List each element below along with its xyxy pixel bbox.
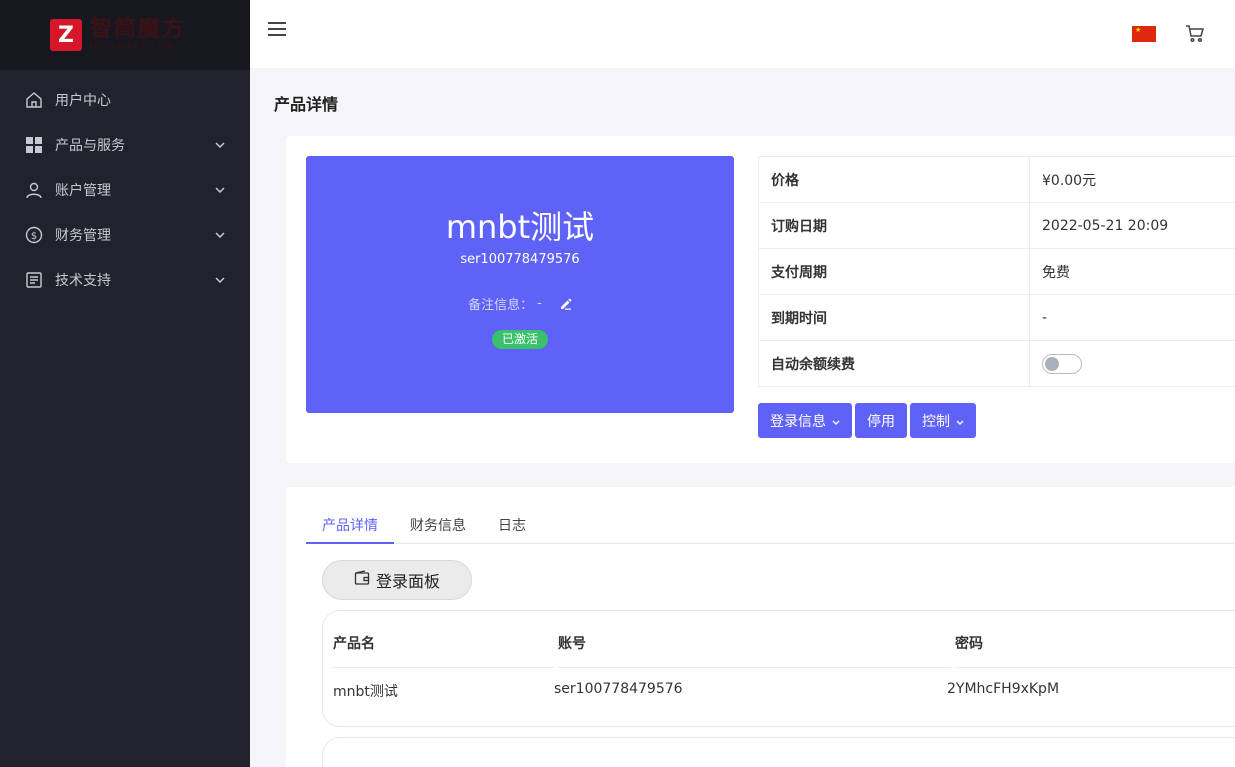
logo-mark: Z: [50, 19, 82, 51]
table-row: mnbt测试 ser100778479576 2YMhcFH9xKpM: [333, 681, 1235, 701]
column-header-account: 账号: [558, 633, 951, 668]
cell-password[interactable]: 2YMhcFH9xKpM: [947, 681, 1235, 701]
auto-renew-toggle[interactable]: [1042, 353, 1082, 374]
login-info-button[interactable]: 登录信息: [758, 403, 852, 438]
sidebar-item-support[interactable]: 技术支持: [0, 257, 250, 302]
edit-icon[interactable]: [560, 298, 572, 310]
cell-product-name: mnbt测试: [333, 684, 398, 700]
sidebar-item-label: 财务管理: [55, 227, 111, 244]
additional-info-box: [322, 737, 1235, 767]
login-panel-button[interactable]: 登录面板: [322, 560, 472, 600]
table-row: 到期时间 -: [758, 294, 1235, 341]
table-row: 自动余额续费: [758, 340, 1235, 387]
remark: 备注信息： -: [306, 294, 734, 313]
dollar-icon: $: [24, 225, 44, 245]
user-icon: [24, 180, 44, 200]
grid-icon: [24, 135, 44, 155]
sidebar-nav: 用户中心 产品与服务 账户管理 $ 财务管理 技术支持: [0, 70, 250, 302]
china-flag-icon[interactable]: ★: [1132, 26, 1156, 42]
topbar: ★: [250, 0, 1235, 68]
control-button[interactable]: 控制: [910, 403, 976, 438]
page-title: 产品详情: [274, 95, 339, 114]
product-hero: mnbt测试 ser100778479576 备注信息： - 已激活: [306, 156, 734, 413]
table-row: 支付周期 免费: [758, 248, 1235, 295]
login-info-label: 登录信息: [770, 413, 826, 430]
table-row: 价格 ¥0.00元: [758, 156, 1235, 203]
info-value: 免费: [1029, 248, 1235, 295]
info-key: 价格: [758, 156, 1030, 203]
toggle-knob: [1045, 356, 1059, 371]
sidebar-item-label: 产品与服务: [55, 137, 125, 154]
product-overview-card: mnbt测试 ser100778479576 备注信息： - 已激活 价格 ¥0…: [286, 136, 1235, 463]
info-key: 支付周期: [758, 248, 1030, 295]
product-name: mnbt测试: [445, 208, 595, 246]
sidebar-item-products[interactable]: 产品与服务: [0, 122, 250, 167]
cart-icon[interactable]: [1185, 23, 1205, 43]
info-key: 订购日期: [758, 202, 1030, 249]
table-row: 订购日期 2022-05-21 20:09: [758, 202, 1235, 249]
login-panel-label: 登录面板: [375, 572, 440, 591]
logo-text-cn: 智简魔方: [90, 17, 187, 42]
menu-toggle-icon[interactable]: [268, 22, 286, 38]
logo[interactable]: Z 智简魔方 IDCSMART.COM: [0, 0, 250, 70]
info-value: -: [1029, 294, 1235, 341]
control-label: 控制: [922, 413, 950, 430]
logo-text-en: IDCSMART.COM: [90, 42, 176, 51]
disable-label: 停用: [867, 413, 895, 430]
chevron-down-icon: [214, 184, 226, 196]
home-icon: [24, 90, 44, 110]
disable-button[interactable]: 停用: [855, 403, 907, 438]
product-info-table: 价格 ¥0.00元 订购日期 2022-05-21 20:09 支付周期 免费 …: [758, 156, 1235, 387]
chevron-down-icon: [832, 413, 840, 429]
wallet-icon: [354, 570, 370, 590]
credentials-table: 产品名 账号 密码 mnbt测试 ser100778479576 2YMhcFH…: [322, 610, 1235, 727]
info-value: ¥0.00元: [1029, 156, 1235, 203]
info-value: 2022-05-21 20:09: [1029, 202, 1235, 249]
chevron-down-icon: [956, 413, 964, 429]
sidebar-item-label: 账户管理: [55, 182, 111, 199]
info-key: 自动余额续费: [758, 340, 1030, 387]
column-header-password: 密码: [955, 633, 1235, 668]
cell-account[interactable]: ser100778479576: [554, 681, 947, 701]
sidebar-item-label: 用户中心: [55, 92, 111, 109]
sidebar-item-finance[interactable]: $ 财务管理: [0, 212, 250, 257]
status-badge: 已激活: [492, 330, 549, 349]
document-icon: [24, 270, 44, 290]
product-service-id: ser100778479576: [460, 252, 580, 267]
info-value: [1029, 340, 1235, 387]
sidebar-item-user-center[interactable]: 用户中心: [0, 77, 250, 122]
credentials-header: 产品名 账号 密码: [333, 633, 1235, 668]
chevron-down-icon: [214, 274, 226, 286]
info-key: 到期时间: [758, 294, 1030, 341]
action-buttons: 登录信息 停用 控制: [758, 403, 976, 438]
chevron-down-icon: [214, 139, 226, 151]
column-header-product: 产品名: [333, 633, 554, 668]
svg-text:$: $: [31, 231, 37, 242]
sidebar-item-label: 技术支持: [55, 272, 111, 289]
sidebar-item-account[interactable]: 账户管理: [0, 167, 250, 212]
tab-finance-info[interactable]: 财务信息: [394, 507, 482, 544]
tab-product-details[interactable]: 产品详情: [306, 507, 394, 544]
remark-value: -: [537, 296, 542, 311]
sidebar: Z 智简魔方 IDCSMART.COM 用户中心 产品与服务 账户管理 $ 财务…: [0, 0, 250, 767]
remark-label: 备注信息：: [468, 298, 534, 313]
detail-tabs: 产品详情 财务信息 日志: [306, 507, 1235, 544]
logo-text: 智简魔方 IDCSMART.COM: [90, 18, 186, 52]
product-detail-card: 产品详情 财务信息 日志 登录面板 产品名 账号 密码 mnbt测试 ser10…: [286, 487, 1235, 767]
tab-logs[interactable]: 日志: [482, 507, 542, 544]
chevron-down-icon: [214, 229, 226, 241]
